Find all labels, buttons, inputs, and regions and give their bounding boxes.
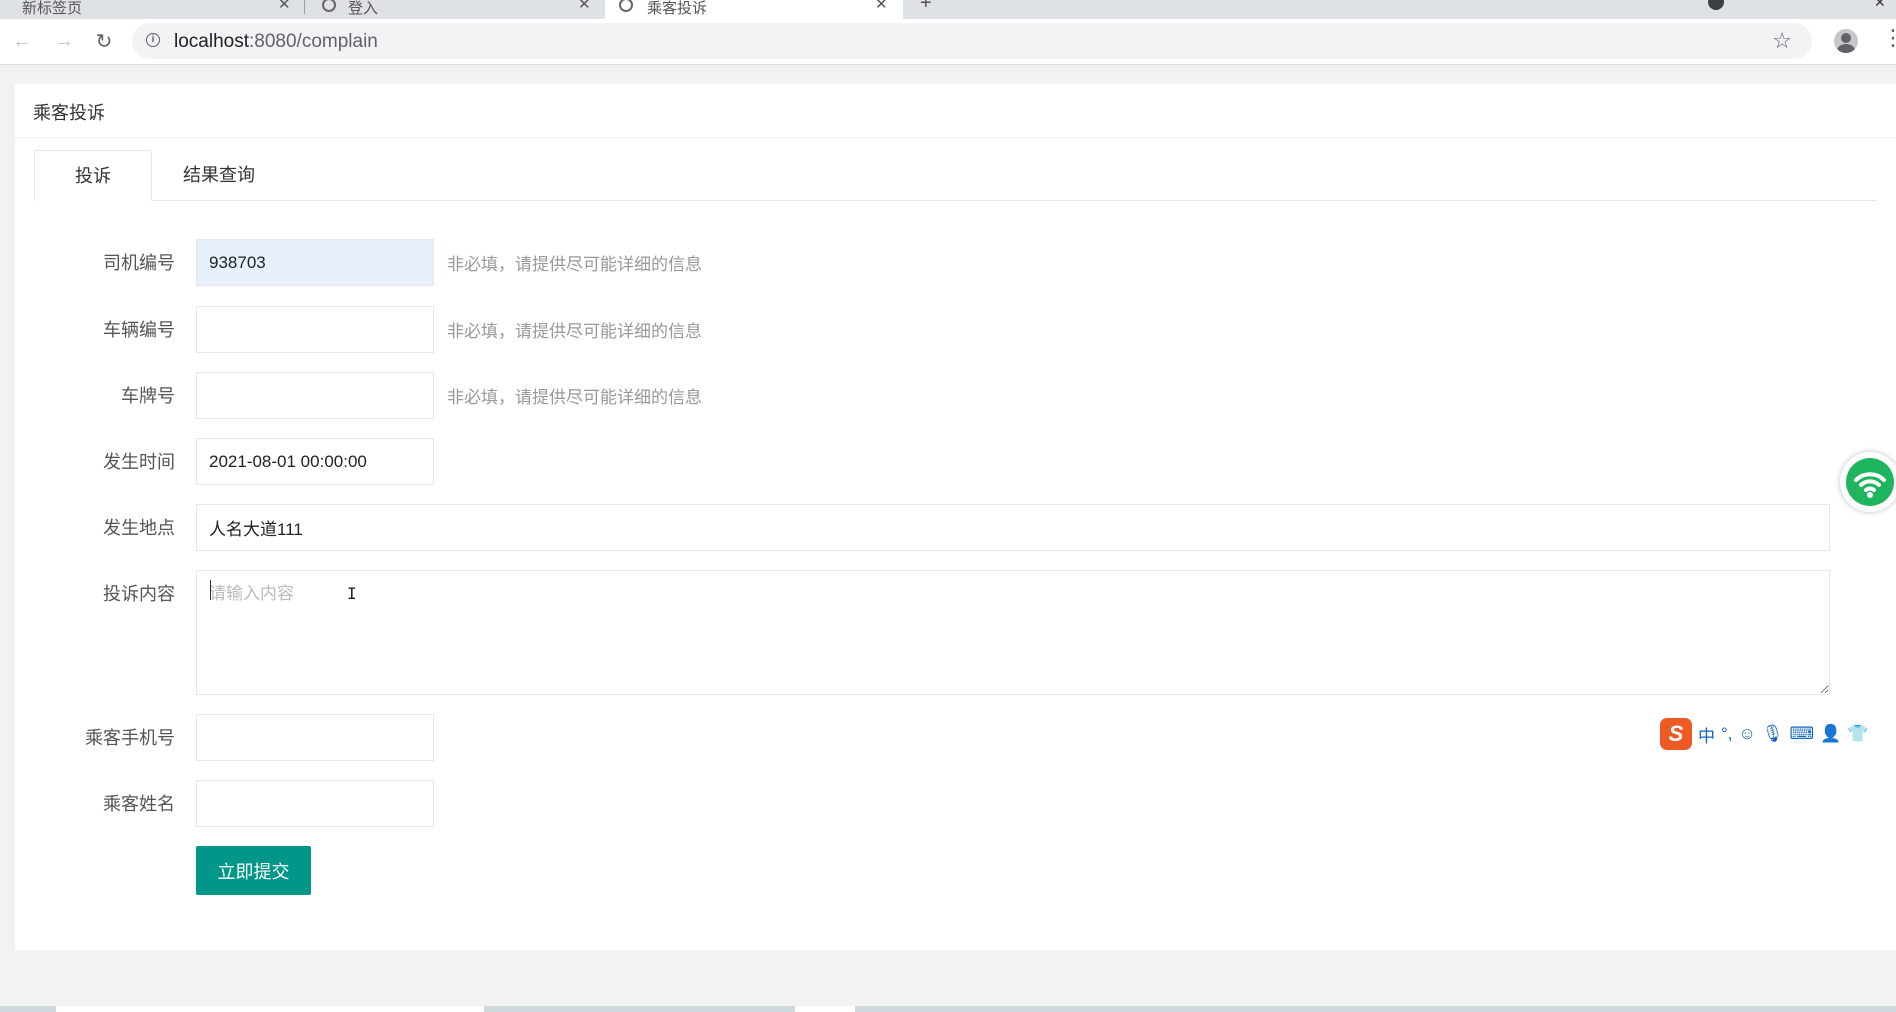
tab-complain[interactable]: 投诉 (34, 150, 152, 201)
submit-button[interactable]: 立即提交 (196, 846, 311, 895)
ime-toolbar[interactable]: S 中 °, ☺ 🎙 ⌨ 👤 👕 (1660, 716, 1868, 752)
globe-icon (619, 0, 633, 12)
browser-tabstrip: 新标签页 ✕ 登入 ✕ 乘客投诉 ✕ + ✕ (0, 0, 1896, 19)
forward-icon[interactable]: → (50, 27, 78, 55)
vehicle-no-input[interactable] (196, 306, 434, 353)
phone-input[interactable] (196, 714, 434, 761)
plate-no-hint: 非必填，请提供尽可能详细的信息 (447, 388, 702, 407)
content-textarea[interactable] (196, 570, 1830, 695)
vehicle-no-hint: 非必填，请提供尽可能详细的信息 (447, 322, 702, 341)
browser-tab-label: 新标签页 (22, 0, 83, 17)
microphone-icon[interactable]: 🎙 (1762, 724, 1784, 744)
bottom-segment (795, 1006, 855, 1012)
tab-bar: 投诉 结果查询 (34, 150, 1877, 201)
sogou-logo-icon: S (1660, 718, 1692, 750)
url-path: :8080/complain (249, 31, 378, 52)
bottom-strip (0, 1006, 1896, 1012)
driver-no-hint: 非必填，请提供尽可能详细的信息 (447, 255, 702, 274)
info-icon[interactable]: i (146, 33, 160, 47)
location-label: 发生地点 (103, 518, 175, 538)
user-icon[interactable]: 👤 (1820, 724, 1841, 744)
back-icon[interactable]: ← (8, 27, 36, 55)
plate-no-input[interactable] (196, 372, 434, 419)
browser-tab-label: 乘客投诉 (647, 0, 708, 17)
ime-mode-toggle[interactable]: 中 (1698, 722, 1715, 747)
profile-avatar-icon[interactable] (1834, 29, 1858, 53)
vehicle-no-label: 车辆编号 (103, 320, 175, 340)
account-indicator-icon[interactable] (1708, 0, 1724, 10)
phone-label: 乘客手机号 (85, 728, 175, 748)
browser-tab-login[interactable]: 登入 ✕ (322, 0, 602, 19)
keyboard-icon[interactable]: ⌨ (1789, 724, 1814, 744)
card-header: 乘客投诉 (15, 84, 1896, 138)
driver-no-input[interactable] (196, 239, 434, 286)
location-input[interactable] (196, 504, 1830, 551)
bookmark-star-icon[interactable]: ☆ (1772, 28, 1792, 54)
skin-shirt-icon[interactable]: 👕 (1847, 724, 1868, 744)
ime-punct-toggle[interactable]: °, (1721, 724, 1733, 744)
browser-tab-complain[interactable]: 乘客投诉 ✕ (605, 0, 903, 19)
mouse-ibeam-cursor-icon: I (347, 584, 357, 603)
time-input[interactable] (196, 438, 434, 485)
text-caret (210, 580, 211, 600)
browser-tab-newtab[interactable]: 新标签页 ✕ (0, 0, 300, 19)
content-label: 投诉内容 (103, 584, 175, 604)
bottom-segment (56, 1006, 484, 1012)
tab-divider (304, 0, 305, 14)
browser-toolbar: ← → ↻ i localhost:8080/complain ☆ ⋮ (0, 19, 1896, 65)
browser-tab-label: 登入 (348, 0, 379, 17)
emoji-icon[interactable]: ☺ (1739, 724, 1756, 744)
wifi-icon (1846, 458, 1894, 506)
time-label: 发生时间 (103, 452, 175, 472)
url-host: localhost (174, 31, 249, 52)
close-icon[interactable]: ✕ (875, 0, 888, 13)
more-menu-icon[interactable]: ⋮ (1882, 25, 1896, 51)
plate-no-label: 车牌号 (121, 386, 175, 406)
close-icon[interactable]: ✕ (578, 0, 591, 13)
tab-result-query[interactable]: 结果查询 (169, 150, 269, 200)
page-title: 乘客投诉 (33, 103, 105, 123)
address-bar[interactable]: i localhost:8080/complain ☆ (132, 23, 1812, 59)
wifi-widget[interactable] (1840, 452, 1896, 512)
close-icon[interactable]: ✕ (278, 0, 291, 13)
driver-no-label: 司机编号 (103, 253, 175, 273)
globe-icon (322, 0, 336, 12)
name-label: 乘客姓名 (103, 794, 175, 814)
reload-icon[interactable]: ↻ (90, 27, 118, 55)
name-input[interactable] (196, 780, 434, 827)
url-text[interactable]: localhost:8080/complain (174, 31, 378, 53)
close-window-icon[interactable]: ✕ (1874, 0, 1886, 11)
complaint-card: 乘客投诉 投诉 结果查询 司机编号 非必填，请提供尽可能详细的信息 车辆编号 非… (15, 84, 1896, 950)
new-tab-icon[interactable]: + (920, 0, 932, 15)
